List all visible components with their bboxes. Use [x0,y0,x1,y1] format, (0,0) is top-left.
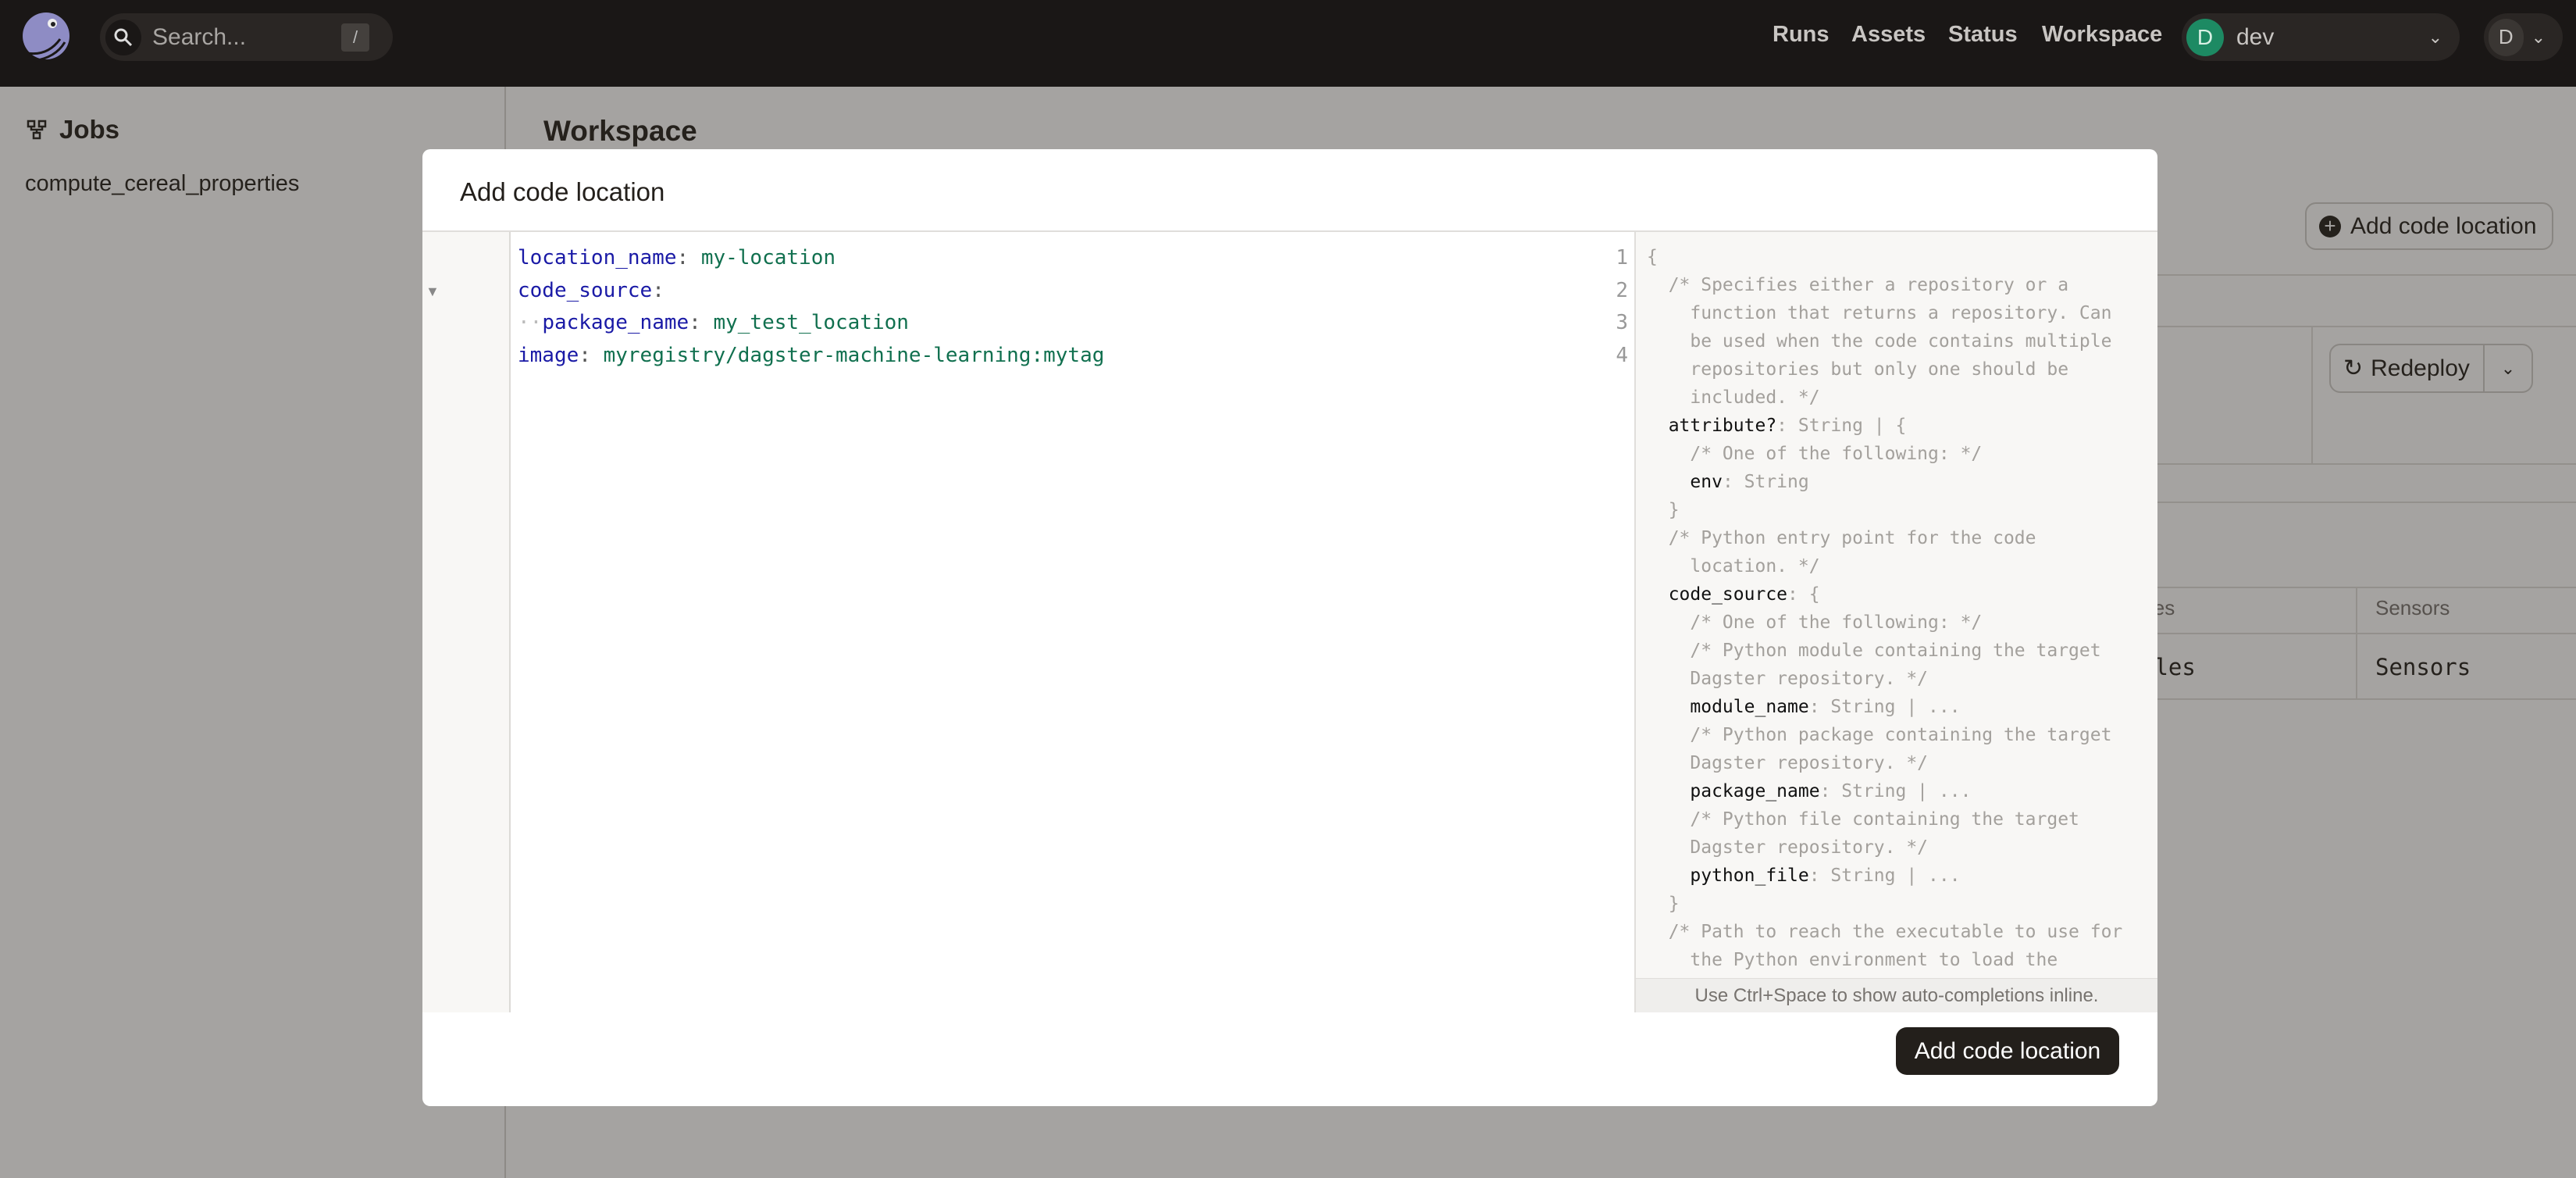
yaml-key: location_name [518,246,677,270]
schema-text: Dagster repository. */ [1647,669,1929,689]
schema-line: /* Specifies either a repository or a [1647,271,2068,299]
nav-runs[interactable]: Runs [1773,22,1830,48]
search-bar[interactable]: Search... / [100,13,393,61]
schema-line: /* Python entry point for the code [1647,524,2036,552]
yaml-key: image [518,343,579,367]
schema-text: /* One of the following: */ [1647,444,1983,464]
schema-key: env [1647,472,1723,492]
schema-text: function that returns a repository. Can [1647,303,2112,323]
top-navigation-bar: Search... / Runs Assets Status Workspace… [0,0,2576,87]
schema-line: repositories but only one should be [1647,355,2068,384]
schema-text: location. */ [1647,556,1820,577]
deployment-switcher[interactable]: D dev ⌄ [2182,13,2460,61]
autocomplete-hint: Use Ctrl+Space to show auto-completions … [1636,978,2157,1012]
schema-text: /* Python file containing the target [1647,809,2079,830]
dagster-logo-icon[interactable] [16,9,76,69]
schema-line: location. */ [1647,552,1820,580]
nav-status[interactable]: Status [1948,22,2018,48]
yaml-value: my_test_location [713,311,909,334]
schema-text: } [1647,500,1680,520]
schema-key: attribute? [1647,416,1777,436]
user-menu[interactable]: D ⌄ [2484,13,2563,61]
code-line[interactable]: ··package_name: my_test_location [518,311,909,334]
schema-line: included. */ [1647,384,1820,412]
yaml-key: code_source [518,278,653,302]
schema-line: env: String [1647,468,1809,496]
search-icon [105,19,141,55]
schema-text: /* One of the following: */ [1647,612,1983,633]
schema-text: /* Specifies either a repository or a [1647,275,2069,295]
nav-workspace[interactable]: Workspace [2042,22,2162,48]
schema-text: /* Path to reach the executable to use f… [1647,922,2123,942]
schema-text: /* Python package containing the target [1647,725,2112,745]
schema-line: } [1647,496,1680,524]
schema-key: code_source [1647,584,1788,605]
dialog-title: Add code location [460,177,665,206]
code-line[interactable]: location_name: my-location [518,246,836,270]
line-number: 1 [1616,246,1628,270]
yaml-value: myregistry/dagster-machine-learning:myta… [603,343,1105,367]
yaml-value: my-location [700,246,836,270]
schema-line: function that returns a repository. Can [1647,299,2111,327]
schema-text: : { [1787,584,1820,605]
line-number: 2 [1616,278,1628,302]
search-shortcut-hint: / [341,23,369,52]
chevron-down-icon: ⌄ [2531,27,2546,47]
yaml-key: package_name [542,311,689,334]
schema-text: repositories but only one should be [1647,359,2069,380]
schema-text: : String | ... [1819,781,1972,801]
schema-text: be used when the code contains multiple [1647,331,2112,352]
schema-text: { [1647,247,1658,267]
yaml-code-editor[interactable]: 1 location_name: my-location 2 ▼ code_source… [422,232,1634,1012]
schema-key: package_name [1647,781,1820,801]
submit-add-code-location-button[interactable]: Add code location [1896,1027,2119,1075]
config-schema-help-panel: the Python environment to load the /* Pa… [1634,232,2157,1012]
deployment-name: dev [2236,23,2275,50]
schema-line: /* Path to reach the executable to use f… [1647,918,2123,946]
schema-text: : String | ... [1808,866,1961,886]
code-line[interactable]: code_source: [518,279,664,302]
schema-text: included. */ [1647,387,1820,408]
deployment-avatar: D [2186,18,2224,56]
code-line[interactable]: image: myregistry/dagster-machine-learni… [518,344,1104,367]
schema-line: /* Python module containing the target [1647,637,2101,665]
schema-line: { [1647,243,1658,271]
schema-line: be used when the code contains multiple [1647,327,2111,355]
schema-line: code_source: { [1647,580,1820,609]
user-avatar: D [2489,18,2524,56]
schema-text: /* Python module containing the target [1647,641,2101,661]
schema-line: /* One of the following: */ [1647,609,1982,637]
fold-arrow-icon[interactable]: ▼ [426,284,440,300]
schema-line: Dagster repository. */ [1647,834,1928,862]
schema-line: /* Python package containing the target [1647,721,2111,749]
add-code-location-dialog: Add code location 1 location_name: my-loc… [422,149,2157,1106]
schema-key: python_file [1647,866,1809,886]
schema-key: module_name [1647,697,1809,717]
schema-text: Dagster repository. */ [1647,837,1929,858]
search-placeholder: Search... [152,23,247,50]
line-number-gutter [422,232,511,1012]
whitespace-marker: ·· [518,311,543,334]
schema-line: /* Python file containing the target [1647,805,2079,834]
schema-line: Dagster repository. */ [1647,749,1928,777]
schema-line: } [1647,890,1680,918]
chevron-down-icon: ⌄ [2428,27,2442,47]
schema-text: : String [1722,472,1809,492]
schema-line: Dagster repository. */ [1647,665,1928,693]
line-number: 4 [1616,343,1628,367]
schema-line: attribute?: String | { [1647,412,1907,440]
schema-text: : String | { [1776,416,1907,436]
schema-line: the Python environment to load the [1647,946,2058,974]
schema-line: python_file: String | ... [1647,862,1961,890]
line-number: 3 [1616,311,1628,334]
nav-assets[interactable]: Assets [1851,22,1926,48]
schema-text: } [1647,894,1680,914]
schema-text: : String | ... [1808,697,1961,717]
schema-line: module_name: String | ... [1647,693,1961,721]
schema-line: /* One of the following: */ [1647,440,1982,468]
schema-line: package_name: String | ... [1647,777,1971,805]
schema-text: the Python environment to load the [1647,950,2058,970]
schema-text: /* Python entry point for the code [1647,528,2036,548]
schema-text: Dagster repository. */ [1647,753,1929,773]
